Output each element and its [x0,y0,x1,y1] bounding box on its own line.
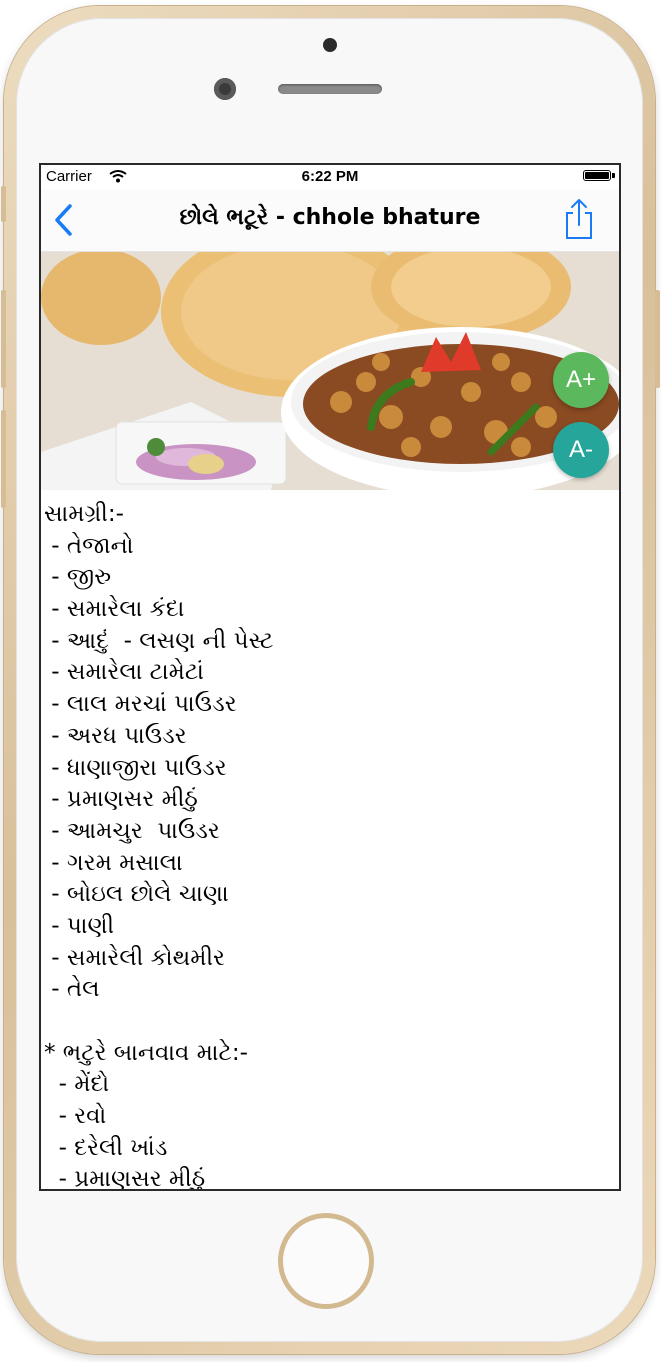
mute-switch [1,186,6,222]
recipe-text: સામગ્રી:- - તેજાનો - જીરુ - સમારેલા કંદા… [44,499,618,1191]
decrease-font-label: A- [569,436,593,463]
recipe-line: - સમારેલી કોથમીર [44,944,225,971]
recipe-line: - લાલ મરચાં પાઉડર [44,691,237,718]
recipe-line: - રવો [44,1103,107,1130]
chevron-left-icon[interactable] [53,203,75,237]
recipe-line: * ભટુરે બાનવાવ માટે:- [44,1039,248,1066]
home-button[interactable] [278,1213,374,1309]
recipe-line: - દરેલી ખાંડ [44,1134,168,1161]
earpiece-speaker [278,84,382,94]
recipe-line: - પાણી [44,912,115,939]
recipe-photo: A+ A- [41,252,619,490]
recipe-line-blank [44,1006,618,1038]
recipe-line: - તેજાનો [44,532,134,559]
recipe-line: - બોઇલ છોલે ચાણા [44,881,229,908]
recipe-line: - અરધ પાઉડર [44,722,187,749]
decrease-font-button[interactable]: A- [553,422,609,478]
recipe-line: - ગરમ મસાલા [44,849,183,876]
chhole-bhature-photo [41,252,619,490]
proximity-sensor [323,38,337,52]
recipe-line: - સમારેલા કંદા [44,596,185,623]
recipe-line: - મેંદો [44,1071,110,1098]
recipe-line: - જીરુ [44,564,112,591]
recipe-line: - ધાણાજીરા પાઉડર [44,754,227,781]
recipe-line: - પ્રમાણસર મીઠું [44,786,198,813]
power-button [655,290,660,388]
status-time: 6:22 PM [301,168,359,185]
recipe-line: - તેલ [44,976,100,1003]
front-camera-icon [214,78,236,100]
navigation-bar: છોલે ભટૂરે - chhole bhature [41,189,619,252]
volume-up-button [1,290,6,388]
increase-font-button[interactable]: A+ [553,352,609,408]
app-screen: Carrier 6:22 PM છોલે ભટૂરે - chhole bhat… [39,163,621,1191]
page-title: છોલે ભટૂરે - chhole bhature [179,205,481,230]
recipe-line: - આમચુર પાઉડર [44,817,220,844]
share-icon[interactable] [563,198,595,240]
battery-tip [612,173,615,178]
recipe-line: સામગ્રી:- [44,501,124,527]
volume-down-button [1,410,6,508]
recipe-line: - પ્રમાણસર મીઠું [44,1166,206,1191]
battery-icon [583,170,611,181]
recipe-line: - સમારેલા ટામેટાં [44,659,204,686]
increase-font-label: A+ [565,366,597,393]
status-bar: Carrier 6:22 PM [41,165,619,187]
recipe-line: - આદું - લસણ ની પેસ્ટ [44,627,274,654]
